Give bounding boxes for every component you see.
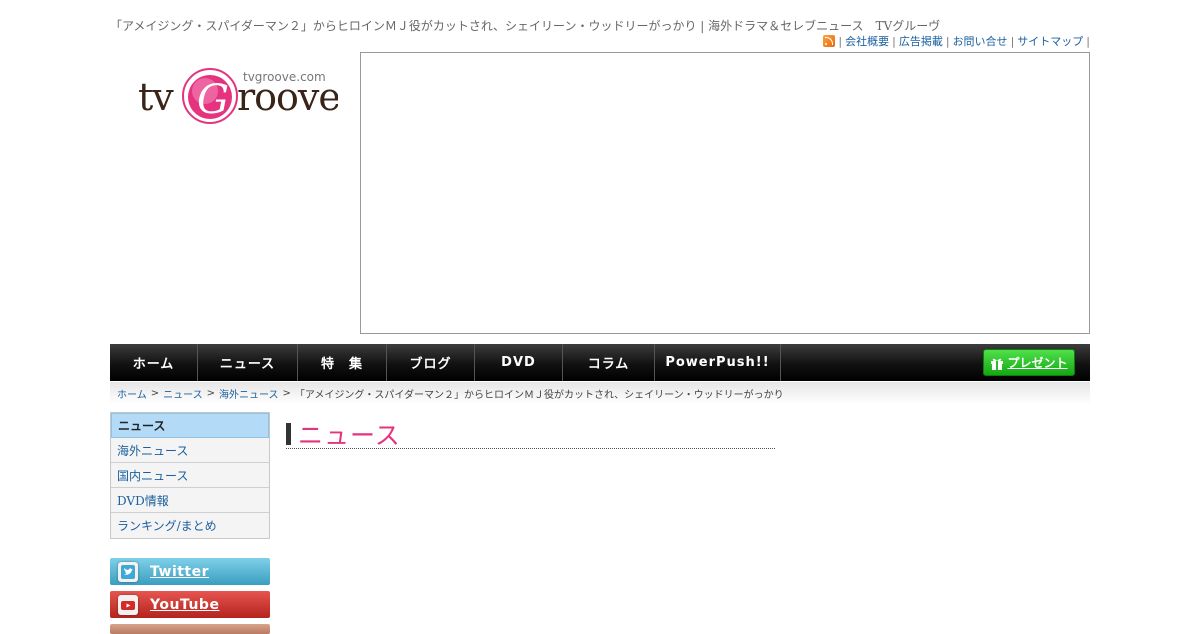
breadcrumb-overseas-news[interactable]: 海外ニュース bbox=[219, 386, 279, 401]
youtube-icon bbox=[118, 594, 138, 615]
breadcrumb-news[interactable]: ニュース bbox=[163, 386, 203, 401]
logo-roove-text: roove bbox=[237, 75, 338, 119]
section-heading: ニュース bbox=[286, 419, 775, 450]
company-link[interactable]: 会社概要 bbox=[845, 33, 889, 49]
nav-dvd[interactable]: DVD bbox=[475, 344, 563, 381]
nav-home[interactable]: ホーム bbox=[110, 344, 198, 381]
main-navigation: ホーム ニュース 特 集 ブログ DVD コラム PowerPush!! プレゼ… bbox=[110, 344, 1090, 381]
utility-links: | 会社概要 | 広告掲載 | お問い合せ | サイトマップ | bbox=[823, 33, 1090, 49]
nav-column[interactable]: コラム bbox=[563, 344, 655, 381]
breadcrumb-current: 「アメイジング・スパイダーマン２」からヒロインＭＪ役がカットされ、シェイリーン・… bbox=[294, 389, 784, 401]
advertising-link[interactable]: 広告掲載 bbox=[899, 33, 943, 49]
contact-link[interactable]: お問い合せ bbox=[953, 33, 1008, 49]
advertisement-area[interactable] bbox=[360, 52, 1090, 334]
nav-news[interactable]: ニュース bbox=[198, 344, 298, 381]
breadcrumb: ホーム > ニュース > 海外ニュース > 「アメイジング・スパイダーマン２」か… bbox=[110, 382, 1090, 404]
site-logo[interactable]: tvgroove.com tv G roove bbox=[138, 64, 341, 132]
breadcrumb-separator: > bbox=[150, 387, 160, 399]
rss-icon[interactable] bbox=[823, 35, 836, 47]
nav-features[interactable]: 特 集 bbox=[298, 344, 387, 381]
youtube-button[interactable]: YouTube bbox=[110, 591, 270, 618]
breadcrumb-separator: > bbox=[206, 387, 215, 399]
logo-g-letter: G bbox=[197, 77, 229, 123]
breadcrumb-home[interactable]: ホーム bbox=[117, 386, 147, 401]
sidebar-item-news[interactable]: ニュース bbox=[111, 413, 269, 438]
separator: | bbox=[1086, 34, 1090, 48]
present-label: プレゼント bbox=[1007, 356, 1068, 370]
sidebar-item-overseas-news[interactable]: 海外ニュース bbox=[111, 438, 269, 463]
heading-marker bbox=[286, 422, 291, 445]
sitemap-link[interactable]: サイトマップ bbox=[1017, 33, 1083, 49]
youtube-label: YouTube bbox=[150, 596, 220, 613]
logo-tv-text: tv bbox=[138, 75, 174, 119]
sidebar-menu: ニュース 海外ニュース 国内ニュース DVD情報 ランキング/まとめ bbox=[110, 412, 270, 539]
separator: | bbox=[838, 34, 843, 48]
nav-powerpush[interactable]: PowerPush!! bbox=[655, 344, 781, 381]
twitter-label: Twitter bbox=[150, 563, 210, 580]
breadcrumb-separator: > bbox=[282, 387, 291, 399]
page-title: 「アメイジング・スパイダーマン２」からヒロインＭＪ役がカットされ、シェイリーン・… bbox=[110, 19, 941, 33]
twitter-icon bbox=[118, 561, 138, 582]
present-button[interactable]: プレゼント bbox=[983, 349, 1075, 376]
gift-icon bbox=[991, 358, 1004, 370]
sidebar-item-dvd-info[interactable]: DVD情報 bbox=[111, 488, 269, 513]
logo-graphic: tvgroove.com tv G roove bbox=[138, 68, 341, 124]
twitter-button[interactable]: Twitter bbox=[110, 558, 270, 585]
section-heading-text: ニュース bbox=[298, 420, 401, 450]
sidebar-item-domestic-news[interactable]: 国内ニュース bbox=[111, 463, 269, 488]
separator: | bbox=[945, 34, 950, 48]
social-button-partial[interactable] bbox=[110, 624, 270, 634]
sidebar-item-ranking[interactable]: ランキング/まとめ bbox=[111, 513, 269, 538]
separator: | bbox=[892, 34, 896, 48]
separator: | bbox=[1010, 34, 1015, 48]
nav-blog[interactable]: ブログ bbox=[387, 344, 475, 381]
